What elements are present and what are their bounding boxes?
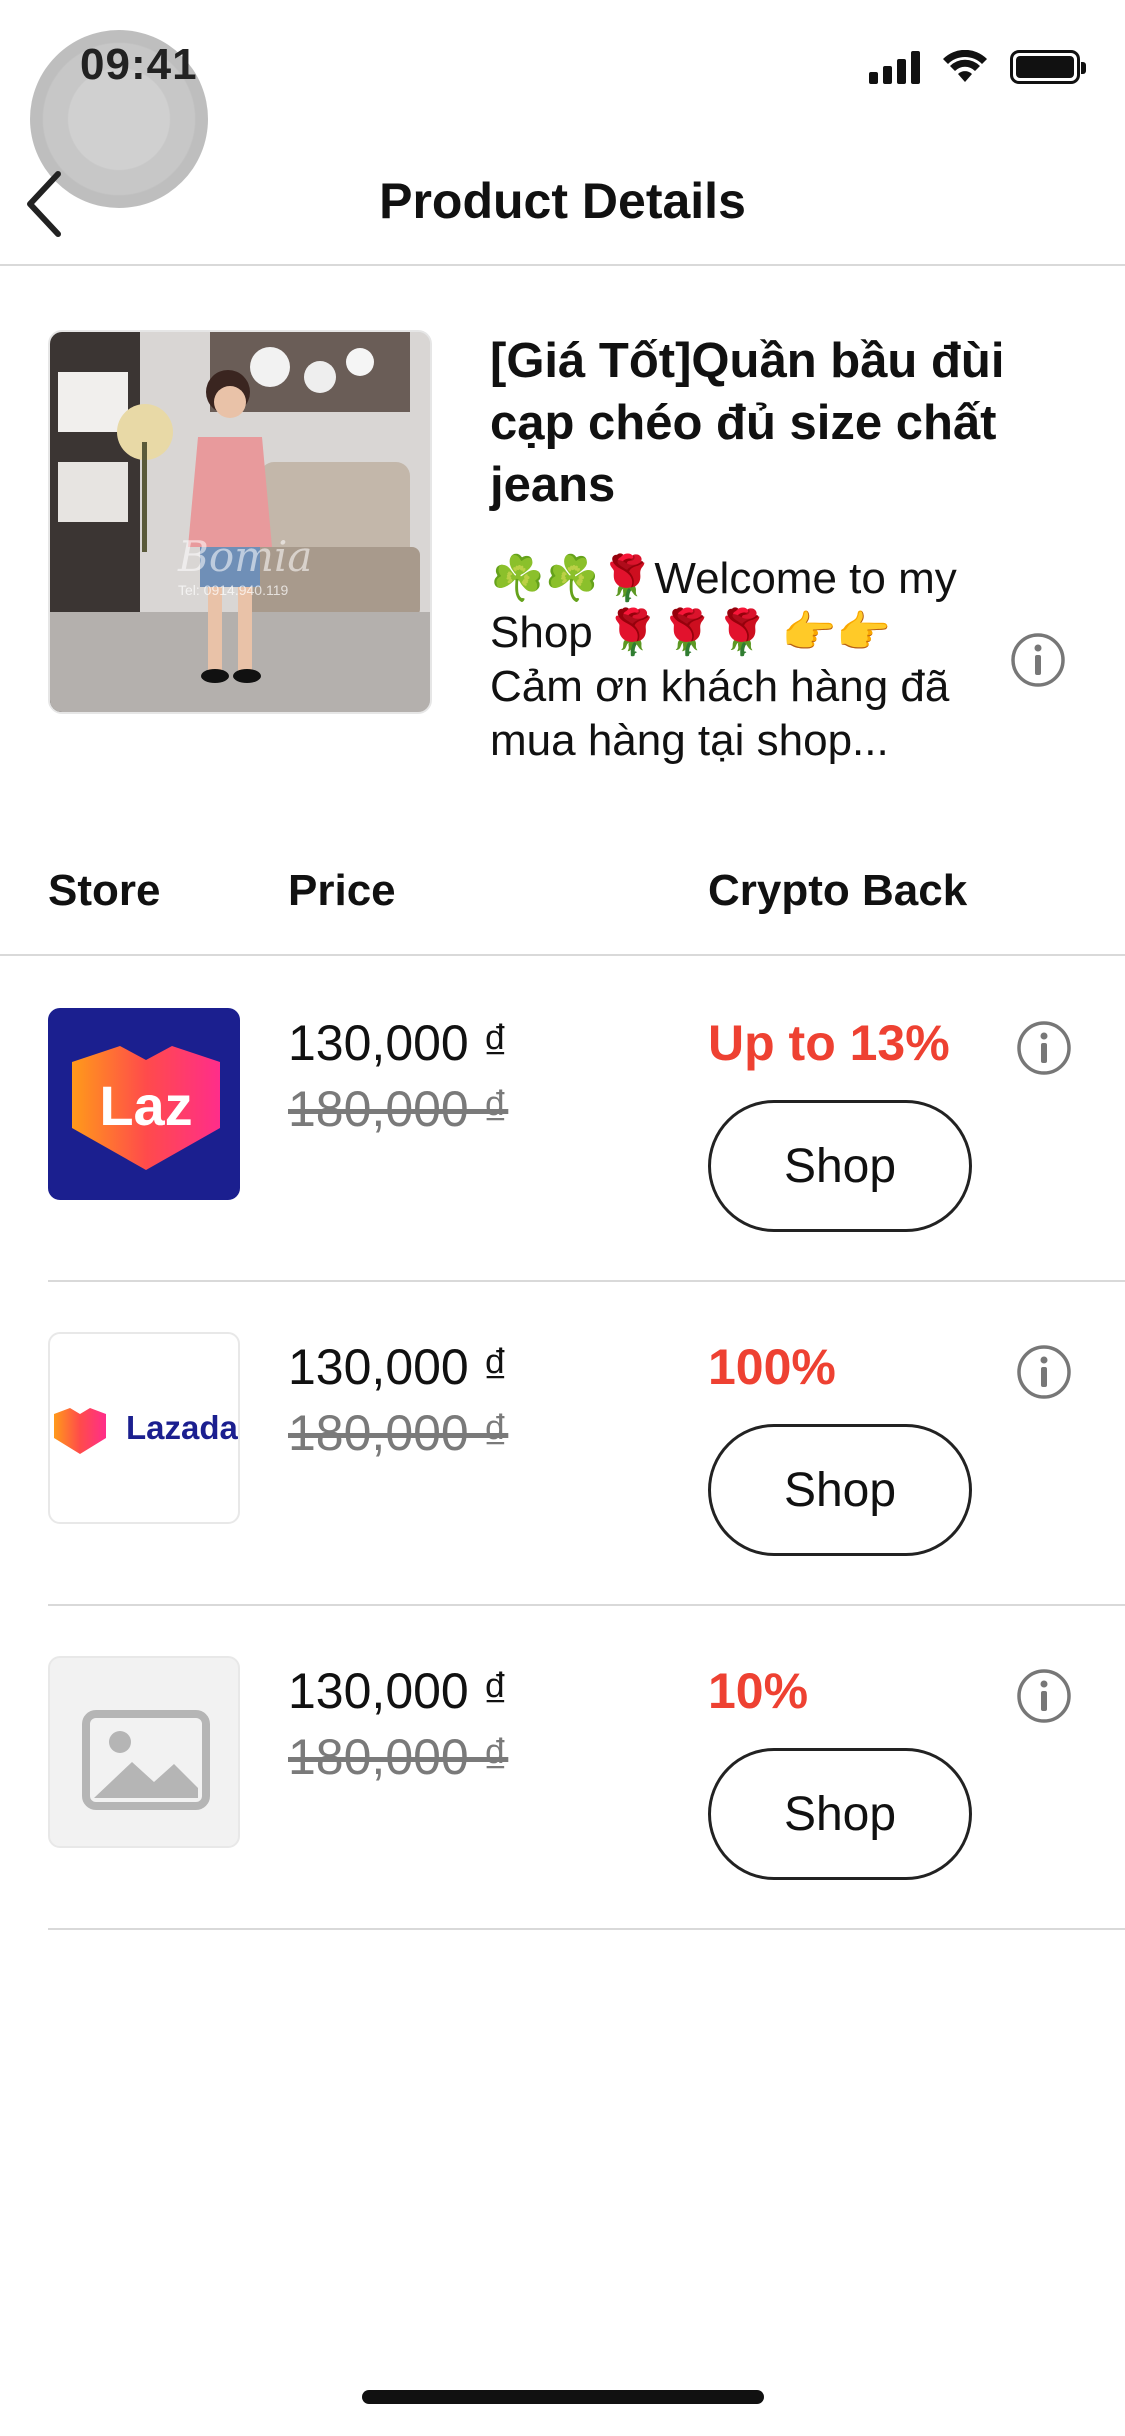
header-price: Price <box>288 866 396 915</box>
price-current: 130,000 ₫ <box>288 1339 509 1395</box>
status-time: 09:41 <box>80 40 198 89</box>
offer-row: Laz 130,000 ₫ 180,000 ₫ Up to 13% Shop <box>48 958 1125 1282</box>
product-description: ☘️☘️🌹Welcome to my Shop 🌹🌹🌹 👉👉 Cảm ơn kh… <box>490 554 957 765</box>
lazada-wordmark: Lazada <box>126 1409 239 1446</box>
image-watermark: Bomia <box>178 532 313 581</box>
laz-logo-text: Laz <box>99 1074 192 1137</box>
price-original: 180,000 ₫ <box>288 1405 509 1461</box>
cellular-signal-icon <box>869 50 920 84</box>
nav-bar: Product Details <box>0 140 1125 266</box>
crypto-back-rate: 10% <box>708 1663 809 1719</box>
status-icons <box>869 50 1086 84</box>
product-title: [Giá Tốt]Quần bầu đùi cạp chéo đủ size c… <box>490 334 1005 512</box>
offer-row: 130,000 ₫ 180,000 ₫ 10% Shop <box>48 1606 1125 1930</box>
product-summary: Bomia Tel: 0914.940.119 [Giá Tốt]Quần bầ… <box>48 330 1078 770</box>
status-bar: 09:41 <box>0 0 1125 208</box>
laz-app-icon: Laz <box>48 1008 240 1200</box>
page-title: Product Details <box>379 173 746 229</box>
product-image: Bomia Tel: 0914.940.119 <box>48 330 432 714</box>
lazada-logo: Lazada <box>48 1332 240 1524</box>
offer-info-icon[interactable] <box>1016 1344 1072 1400</box>
offers-table-header: Store Price Crypto Back <box>0 836 1125 956</box>
price-current: 130,000 ₫ <box>288 1663 509 1719</box>
wifi-icon <box>943 50 987 82</box>
price-current: 130,000 ₫ <box>288 1015 509 1071</box>
shop-button[interactable]: Shop <box>708 1424 972 1556</box>
battery-icon <box>1010 50 1086 84</box>
image-placeholder-icon <box>48 1656 240 1848</box>
offer-info-icon[interactable] <box>1016 1668 1072 1724</box>
header-store: Store <box>48 866 161 915</box>
header-crypto-back: Crypto Back <box>708 866 968 915</box>
price-original: 180,000 ₫ <box>288 1081 509 1137</box>
price-original: 180,000 ₫ <box>288 1729 509 1785</box>
offer-info-icon[interactable] <box>1016 1020 1072 1076</box>
crypto-back-rate: 100% <box>708 1339 836 1395</box>
image-phone: Tel: 0914.940.119 <box>178 582 289 598</box>
shop-button[interactable]: Shop <box>708 1100 972 1232</box>
crypto-back-rate: Up to 13% <box>708 1015 950 1071</box>
shop-button[interactable]: Shop <box>708 1748 972 1880</box>
offer-row: Lazada 130,000 ₫ 180,000 ₫ 100% Shop <box>48 1282 1125 1606</box>
home-indicator[interactable] <box>362 2390 764 2404</box>
product-info-icon[interactable] <box>1010 632 1066 688</box>
